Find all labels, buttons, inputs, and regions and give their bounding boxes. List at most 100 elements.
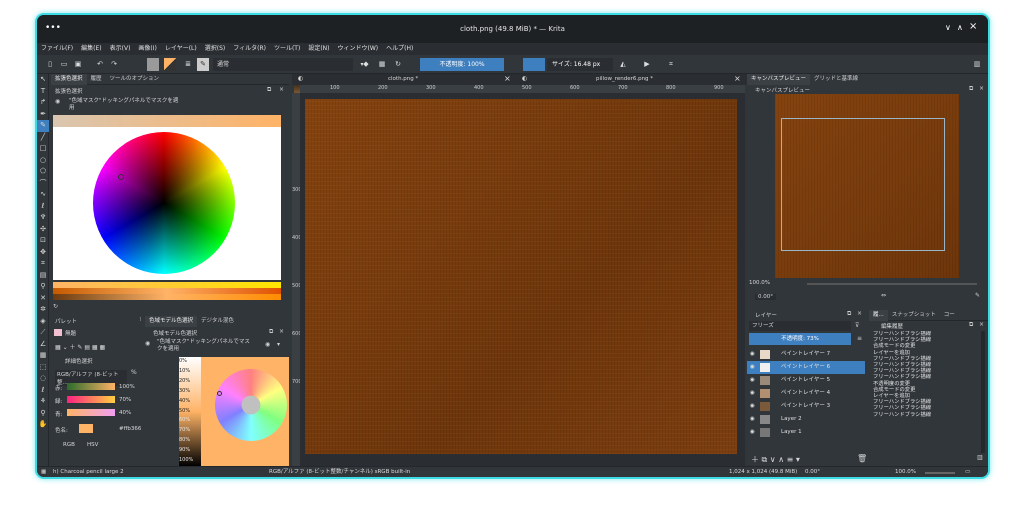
mode-rgb[interactable]: RGB xyxy=(63,442,75,448)
crop-tool-icon[interactable]: ⌗ xyxy=(37,258,49,270)
flow-slider[interactable] xyxy=(523,58,545,71)
layer-blend-select[interactable]: フリーズ xyxy=(749,321,851,331)
doc-tab-cloth[interactable]: cloth.png * xyxy=(388,76,418,82)
gamut-menu-icon[interactable]: ▾ xyxy=(277,341,280,348)
contiguous-select-icon[interactable]: ⚘ xyxy=(37,396,49,408)
menu-filter[interactable]: フィルタ(R) xyxy=(229,43,270,55)
layer-menu-icon[interactable]: ≡ xyxy=(857,335,862,342)
layer-row[interactable]: ◉ ペイントレイヤー 4 xyxy=(747,387,865,400)
visibility-icon[interactable]: ◉ xyxy=(750,361,755,374)
history-scrollbar[interactable] xyxy=(981,331,985,453)
eraser-mode-icon[interactable]: ◆ xyxy=(361,58,371,71)
layer-row[interactable]: ◉ ペイントレイヤー 7 xyxy=(747,348,865,361)
preserve-alpha-icon[interactable]: ▦ xyxy=(377,58,387,71)
document-canvas[interactable] xyxy=(305,99,737,454)
gamut-settings-icon[interactable]: ◉ xyxy=(145,340,150,347)
dock-settings-icon[interactable]: ▥ xyxy=(977,454,983,461)
measure-tool-icon[interactable]: ∠ xyxy=(37,339,49,351)
preview-close-icon[interactable]: × xyxy=(979,85,984,92)
layers-float-icon[interactable]: ⧉ xyxy=(847,310,851,318)
step-80[interactable]: 80% xyxy=(179,436,201,446)
menu-settings[interactable]: 設定(N) xyxy=(304,43,333,55)
colorize-mask-icon[interactable]: ✕ xyxy=(37,293,49,305)
close-icon[interactable]: × xyxy=(969,21,977,32)
layers-close-icon[interactable]: × xyxy=(857,310,862,317)
blue-slider[interactable] xyxy=(67,409,115,416)
tab-advanced-color[interactable]: 拡張色選択 xyxy=(51,74,87,85)
menu-help[interactable]: ヘルプ(H) xyxy=(382,43,417,55)
close-docker-icon[interactable]: × xyxy=(279,86,284,93)
layer-row[interactable]: ◉ ペイントレイヤー 3 xyxy=(747,400,865,413)
preview-rotation[interactable]: 0.00° xyxy=(755,294,776,300)
hex-toggle-icon[interactable]: % xyxy=(131,369,137,376)
history-item[interactable]: フリーハンドブラシ描線 xyxy=(873,412,981,418)
gamut-cursor[interactable] xyxy=(217,391,222,396)
visibility-icon[interactable]: ◉ xyxy=(750,348,755,361)
ellipse-select-icon[interactable]: ◌ xyxy=(37,373,49,385)
reload-preset-icon[interactable]: ↻ xyxy=(393,58,403,71)
green-slider[interactable] xyxy=(67,396,115,403)
delete-layer-icon[interactable]: 🗑 xyxy=(857,454,867,463)
doc-tab-pillow[interactable]: pillow_render6.png * xyxy=(596,76,653,82)
line-tool-icon[interactable]: ╱ xyxy=(37,132,49,144)
visibility-icon[interactable]: ◉ xyxy=(750,374,755,387)
visibility-icon[interactable]: ◉ xyxy=(750,426,755,439)
freehand-path-icon[interactable]: ℓ xyxy=(37,201,49,213)
preview-float-icon[interactable]: ⧉ xyxy=(969,85,973,93)
visibility-icon[interactable]: ◉ xyxy=(750,400,755,413)
tab-snapshot[interactable]: スナップショット xyxy=(888,310,940,321)
text-tool-icon[interactable]: T xyxy=(37,86,49,98)
gamut-close-icon[interactable]: × xyxy=(279,328,284,335)
canvas-viewport[interactable] xyxy=(300,93,745,466)
tab-other[interactable]: コー xyxy=(940,310,959,321)
color-wheel-area[interactable] xyxy=(53,127,281,280)
visibility-icon[interactable]: ◉ xyxy=(750,387,755,400)
zoom-status[interactable]: 100.0% xyxy=(895,467,916,477)
zoom-tool-icon[interactable]: ⚲ xyxy=(37,408,49,420)
tab-gamut-model[interactable]: 色域モデル色選択 xyxy=(145,316,198,327)
menu-tools[interactable]: ツール(T) xyxy=(270,43,304,55)
float-icon[interactable]: ⧉ xyxy=(267,86,271,94)
fg-bg-color-swatch[interactable] xyxy=(164,58,176,71)
reference-tool-icon[interactable]: ▦ xyxy=(37,350,49,362)
step-20[interactable]: 20% xyxy=(179,377,201,387)
tab-digital-mixer[interactable]: デジタル混色 xyxy=(197,316,238,327)
new-document-icon[interactable]: ▯ xyxy=(45,58,55,71)
menu-select[interactable]: 選択(S) xyxy=(201,43,230,55)
step-40[interactable]: 40% xyxy=(179,397,201,407)
opacity-slider[interactable]: 不透明度: 100% xyxy=(420,58,504,71)
preview-zoom[interactable]: 100.0% xyxy=(749,280,770,286)
preview-thumbnail[interactable] xyxy=(775,94,959,278)
brush-preset-swatch[interactable]: ▦ xyxy=(41,467,46,477)
dynamic-brush-icon[interactable]: ♆ xyxy=(37,212,49,224)
fill-pattern-swatch[interactable] xyxy=(147,58,159,71)
shade-strip-top[interactable] xyxy=(53,115,281,127)
tab-tool-options[interactable]: ツールのオプション xyxy=(106,74,164,85)
step-60[interactable]: 60% xyxy=(179,416,201,426)
menu-layer[interactable]: レイヤー(L) xyxy=(161,43,201,55)
transform-tool-icon[interactable]: ⊡ xyxy=(37,235,49,247)
mirror-vertical-icon[interactable]: ▶ xyxy=(641,58,653,71)
refresh-icon[interactable]: ↻ xyxy=(53,303,58,310)
edit-shapes-icon[interactable]: ↱ xyxy=(37,97,49,109)
brush-settings-icon[interactable]: ≣ xyxy=(183,58,193,71)
preview-viewport-rect[interactable] xyxy=(781,118,945,251)
gamut-float-icon[interactable]: ⧉ xyxy=(269,328,273,336)
menu-file[interactable]: ファイル(F) xyxy=(37,43,77,55)
visibility-icon[interactable]: ◉ xyxy=(750,413,755,426)
filter-icon[interactable]: ⊽ xyxy=(855,322,859,329)
menu-edit[interactable]: 編集(E) xyxy=(77,43,105,55)
mirror-horizontal-icon[interactable]: ◭ xyxy=(617,58,629,71)
minimize-icon[interactable]: ∨ xyxy=(945,23,951,32)
zoom-slider[interactable] xyxy=(925,472,955,474)
layer-row[interactable]: ◉ ペイントレイヤー 5 xyxy=(747,374,865,387)
shade-strip-3[interactable] xyxy=(53,294,281,300)
redo-icon[interactable]: ↷ xyxy=(109,58,119,71)
step-30[interactable]: 30% xyxy=(179,387,201,397)
step-70[interactable]: 70% xyxy=(179,426,201,436)
blend-mode-select[interactable]: 通常 xyxy=(213,58,353,71)
freehand-brush-icon[interactable]: ✎ xyxy=(37,120,49,132)
layer-row-selected[interactable]: ◉ ペイントレイヤー 6 xyxy=(747,361,865,374)
step-10[interactable]: 10% xyxy=(179,367,201,377)
layer-opacity-slider[interactable]: 不透明度: 73% xyxy=(749,333,851,345)
